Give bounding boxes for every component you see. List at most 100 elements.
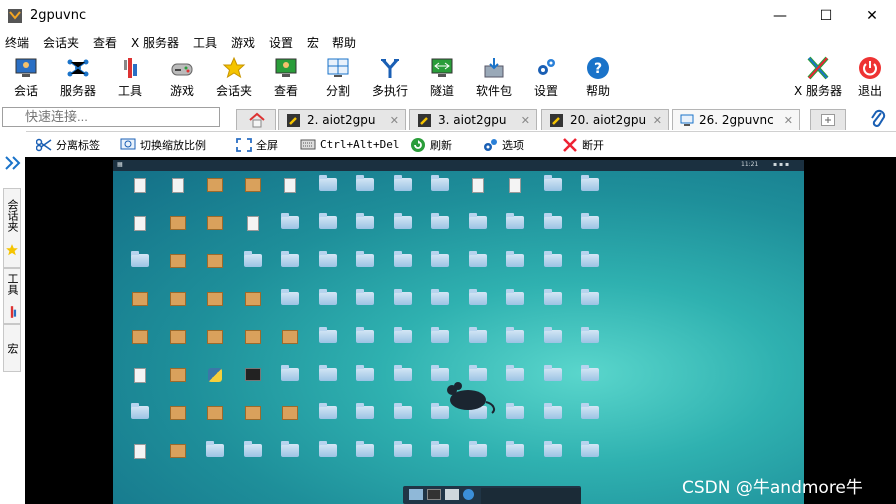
remote-desktop-icon[interactable]: [571, 365, 609, 381]
tab-close-icon[interactable]: ✕: [521, 110, 530, 131]
remote-desktop-icon[interactable]: [346, 251, 384, 267]
menu-terminal[interactable]: 终端: [5, 34, 29, 51]
remote-desktop-icon[interactable]: [234, 251, 272, 267]
vnc-viewer[interactable]: ▦ 11:21 ▪ ▪ ▪: [25, 157, 896, 504]
remote-desktop-icon[interactable]: [271, 251, 309, 267]
remote-desktop-icon[interactable]: [346, 441, 384, 457]
remote-desktop-icon[interactable]: [384, 403, 422, 419]
tab-close-icon[interactable]: ✕: [784, 110, 793, 131]
remote-desktop-icon[interactable]: [571, 213, 609, 229]
remote-desktop-icon[interactable]: [159, 178, 197, 193]
remote-desktop-icon[interactable]: [196, 178, 234, 192]
remote-desktop-icon[interactable]: [346, 403, 384, 419]
x-server-button[interactable]: X 服务器: [790, 54, 846, 102]
remote-desktop-icon[interactable]: [196, 216, 234, 230]
remote-desktop-icon[interactable]: [496, 441, 534, 457]
view-button[interactable]: 查看: [260, 54, 312, 102]
toggle-scaling-button[interactable]: 切换缩放比例: [120, 137, 206, 153]
remote-desktop-icon[interactable]: [121, 178, 159, 193]
remote-desktop-icon[interactable]: [571, 403, 609, 419]
dock-item[interactable]: [409, 489, 423, 500]
remote-desktop-icon[interactable]: [534, 289, 572, 305]
remote-desktop-icon[interactable]: [346, 213, 384, 229]
remote-desktop-icon[interactable]: [234, 216, 272, 231]
attachment-icon[interactable]: [869, 108, 887, 130]
remote-desktop-icon[interactable]: [196, 406, 234, 420]
remote-desktop-icon[interactable]: [196, 254, 234, 268]
servers-button[interactable]: 服务器: [52, 54, 104, 102]
remote-desktop-icon[interactable]: [496, 327, 534, 343]
remote-apps-menu-icon[interactable]: ▦: [117, 161, 123, 168]
remote-desktop-icon[interactable]: [384, 327, 422, 343]
menu-settings[interactable]: 设置: [269, 34, 293, 51]
remote-desktop-icon[interactable]: [159, 254, 197, 268]
remote-desktop-icon[interactable]: [234, 368, 272, 381]
sidebar-tab-macros[interactable]: 宏: [3, 324, 21, 372]
menu-tools[interactable]: 工具: [193, 34, 217, 51]
remote-desktop-icon[interactable]: [271, 178, 309, 193]
packages-button[interactable]: 软件包: [468, 54, 520, 102]
remote-desktop-icon[interactable]: [534, 213, 572, 229]
maximize-button[interactable]: ☐: [803, 0, 849, 32]
remote-desktop-icon[interactable]: [309, 403, 347, 419]
remote-desktop-icon[interactable]: [196, 368, 234, 382]
remote-desktop-icon[interactable]: [121, 444, 159, 459]
remote-desktop-icon[interactable]: [421, 213, 459, 229]
remote-desktop-icon[interactable]: [271, 330, 309, 344]
remote-desktop-icon[interactable]: [234, 292, 272, 306]
remote-desktop-icon[interactable]: [159, 292, 197, 306]
remote-desktop-icon[interactable]: [384, 251, 422, 267]
remote-desktop-icon[interactable]: [496, 178, 534, 193]
remote-desktop-icon[interactable]: [271, 289, 309, 305]
remote-desktop-icon[interactable]: [346, 365, 384, 381]
remote-desktop-icon[interactable]: [534, 365, 572, 381]
remote-desktop-icon[interactable]: [496, 251, 534, 267]
remote-desktop[interactable]: ▦ 11:21 ▪ ▪ ▪: [113, 160, 804, 504]
double-chevron-right-icon[interactable]: [4, 155, 22, 171]
menu-sessions[interactable]: 会话夹: [43, 34, 79, 51]
remote-desktop-icon[interactable]: [121, 368, 159, 383]
remote-desktop-icon[interactable]: [159, 406, 197, 420]
menu-macros[interactable]: 宏: [307, 34, 319, 51]
remote-desktop-icon[interactable]: [571, 327, 609, 343]
detach-tab-button[interactable]: 分离标签: [36, 137, 100, 153]
remote-desktop-icon[interactable]: [234, 178, 272, 192]
remote-desktop-icon[interactable]: [271, 365, 309, 381]
dock-files-icon[interactable]: [445, 489, 459, 500]
remote-desktop-icon[interactable]: [421, 289, 459, 305]
remote-desktop-icon[interactable]: [234, 406, 272, 420]
home-tab[interactable]: [236, 109, 276, 130]
remote-desktop-icon[interactable]: [309, 175, 347, 191]
session-button[interactable]: 会话: [0, 54, 52, 102]
tunnel-button[interactable]: 隧道: [416, 54, 468, 102]
tools-button[interactable]: 工具: [104, 54, 156, 102]
remote-desktop-icon[interactable]: [459, 289, 497, 305]
multiexec-button[interactable]: 多执行: [364, 54, 416, 102]
remote-desktop-icon[interactable]: [121, 403, 159, 419]
remote-desktop-icon[interactable]: [271, 213, 309, 229]
remote-desktop-icon[interactable]: [571, 289, 609, 305]
remote-desktop-icon[interactable]: [421, 327, 459, 343]
remote-desktop-icon[interactable]: [159, 330, 197, 344]
remote-desktop-icon[interactable]: [234, 441, 272, 457]
sidebar-tab-sessions[interactable]: 会话夹: [3, 188, 21, 268]
split-button[interactable]: 分割: [312, 54, 364, 102]
menu-help[interactable]: 帮助: [332, 34, 356, 51]
remote-desktop-icon[interactable]: [534, 251, 572, 267]
remote-desktop-icon[interactable]: [384, 441, 422, 457]
sidebar-tab-tools[interactable]: 工具: [3, 268, 21, 324]
help-button[interactable]: ? 帮助: [572, 54, 624, 102]
remote-desktop-icon[interactable]: [384, 289, 422, 305]
remote-desktop-icon[interactable]: [571, 175, 609, 191]
remote-desktop-icon[interactable]: [496, 289, 534, 305]
tab-close-icon[interactable]: ✕: [653, 110, 662, 131]
remote-desktop-icon[interactable]: [309, 289, 347, 305]
remote-desktop-icon[interactable]: [459, 213, 497, 229]
remote-desktop-icon[interactable]: [121, 216, 159, 231]
remote-desktop-icon[interactable]: [571, 251, 609, 267]
tab-close-icon[interactable]: ✕: [390, 110, 399, 131]
tab-3-aiot2gpu[interactable]: 3. aiot2gpu ✕: [409, 109, 537, 130]
remote-desktop-icon[interactable]: [421, 175, 459, 191]
remote-desktop-icon[interactable]: [534, 441, 572, 457]
disconnect-button[interactable]: 断开: [562, 137, 604, 153]
